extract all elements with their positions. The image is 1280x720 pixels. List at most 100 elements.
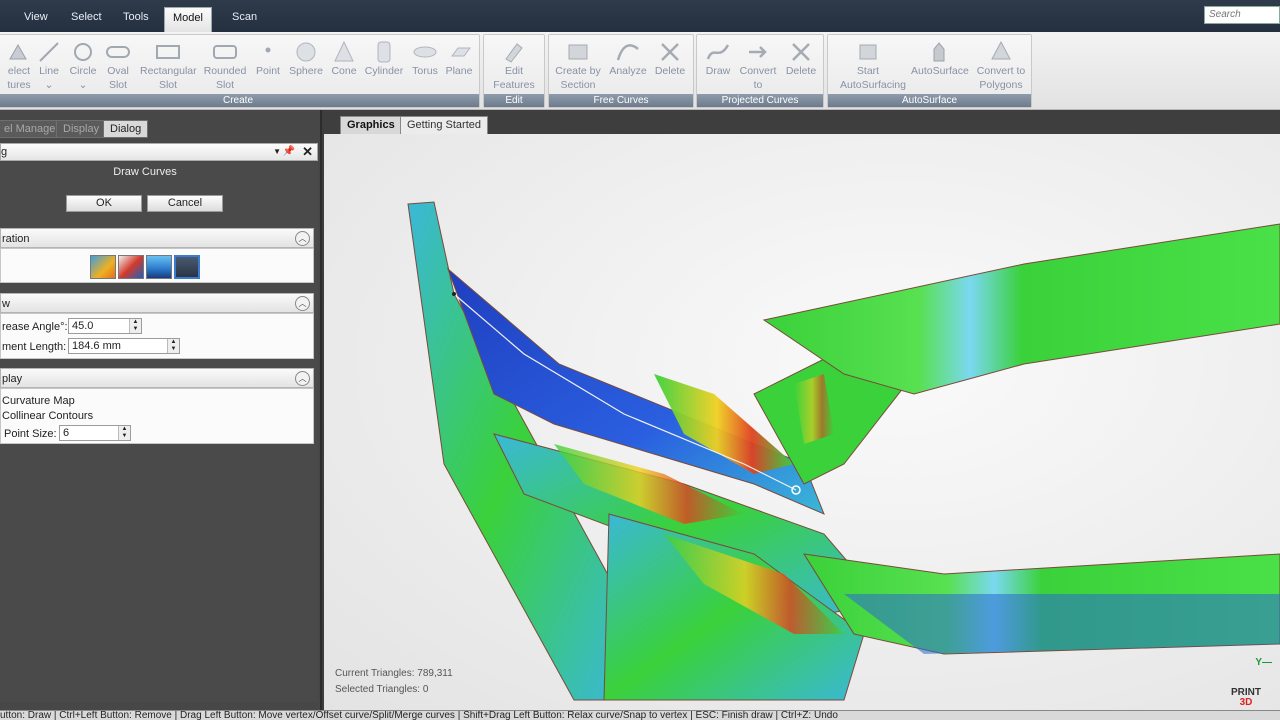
autosurface-button[interactable]: AutoSurface — [911, 37, 969, 93]
feature-draw-icon[interactable] — [118, 255, 144, 279]
ribbon-group-label-free-curves: Free Curves — [549, 94, 693, 107]
curvature-map-checkbox[interactable]: Curvature Map — [2, 395, 75, 407]
graphics-tabs: Graphics Getting Started — [324, 110, 1280, 134]
spinner-arrows-icon[interactable]: ▲ ▼ — [167, 339, 179, 353]
start-autosurfacing-button[interactable]: Start AutoSurfacing — [840, 37, 906, 93]
spinner-arrows-icon[interactable]: ▲ ▼ — [129, 319, 141, 333]
point-size-input[interactable]: 6 ▲ ▼ — [59, 425, 131, 441]
dialog-title: Draw Curves — [113, 166, 177, 178]
plane-button[interactable]: Plane — [431, 37, 487, 93]
dialog-header: g ▼ 📌 ✕ — [0, 143, 318, 161]
manual-draw-icon[interactable] — [174, 255, 200, 279]
create-by-section-icon — [568, 44, 588, 60]
section-view-title: w — [2, 298, 10, 310]
section-display-header[interactable]: play ︿ — [0, 368, 314, 388]
section-operation-title: ration — [2, 233, 30, 245]
spinner-arrows-icon[interactable]: ▲ ▼ — [118, 426, 130, 440]
point-size-value: 6 — [63, 427, 70, 439]
pin-icon[interactable]: 📌 — [283, 146, 295, 157]
oval-slot-button[interactable]: Oval Slot — [90, 37, 146, 93]
cancel-button[interactable]: Cancel — [147, 195, 223, 212]
menu-tab-tools[interactable]: Tools — [115, 7, 157, 27]
plane-label: Plane — [445, 65, 473, 77]
tab-dialog[interactable]: Dialog — [103, 120, 149, 138]
autosurface-label: AutoSurface — [911, 65, 969, 77]
delete-icon — [792, 43, 810, 61]
curvature-draw-icon[interactable] — [90, 255, 116, 279]
ribbon-group-create: elect tures Line ⌄ Circle ⌄ Oval Slot Re… — [0, 34, 480, 108]
collapse-icon[interactable]: ︿ — [295, 371, 310, 386]
create-by-section-button[interactable]: Create by Section — [550, 37, 606, 93]
create-by-section-label2: Section — [560, 79, 596, 91]
section-display-body: Curvature Map Collinear Contours Point S… — [0, 388, 314, 444]
rectangular-slot-label: Rectangular — [140, 65, 197, 77]
convert-icon — [749, 46, 767, 58]
projected-curves-delete-label: Delete — [785, 65, 817, 77]
edit-features-label2: Features — [493, 79, 535, 91]
collinear-contours-checkbox[interactable]: Collinear Contours — [2, 410, 93, 422]
status-bar: utton: Draw | Ctrl+Left Button: Remove |… — [0, 710, 1280, 720]
menu-tab-model[interactable]: Model — [164, 7, 212, 32]
menu-tab-view[interactable]: View — [16, 7, 56, 27]
plane-icon — [451, 47, 471, 57]
projected-curves-delete-button[interactable]: Delete — [773, 37, 829, 93]
tab-graphics[interactable]: Graphics — [340, 116, 402, 134]
analyze-curve-icon — [616, 44, 639, 61]
section-display-title: play — [2, 373, 23, 385]
collapse-icon[interactable]: ︿ — [295, 296, 310, 311]
current-triangles-readout: Current Triangles: 789,311 — [335, 668, 453, 679]
convert-to-polygons-label: Convert to — [976, 65, 1026, 77]
cylinder-icon — [377, 41, 391, 63]
draw-curve-icon — [706, 44, 730, 60]
menu-tab-scan[interactable]: Scan — [224, 7, 265, 27]
ribbon-toolbar: elect tures Line ⌄ Circle ⌄ Oval Slot Re… — [0, 32, 1280, 110]
ribbon-group-label-projected-curves: Projected Curves — [697, 94, 823, 107]
graphics-area: Graphics Getting Started Current Triangl… — [324, 110, 1280, 710]
dialog-header-title: g — [1, 146, 8, 158]
crease-angle-input[interactable]: 45.0 ▲ ▼ — [68, 318, 142, 334]
chevron-down-icon[interactable]: ▼ — [273, 147, 281, 156]
delete-icon — [661, 43, 679, 61]
menu-bar: View Select Tools Model Scan Search — [0, 0, 1280, 32]
start-autosurfacing-label2: AutoSurfacing — [840, 79, 906, 91]
search-input[interactable]: Search — [1204, 6, 1280, 24]
rounded-slot-icon — [213, 45, 237, 59]
rectangular-slot-icon — [156, 45, 180, 59]
section-operation-body — [0, 248, 314, 283]
section-view-body: rease Angle°: 45.0 ▲ ▼ ment Length: 184.6… — [0, 313, 314, 359]
oval-slot-icon — [106, 46, 130, 58]
crease-angle-value: 45.0 — [72, 320, 94, 332]
rectangular-slot-button[interactable]: Rectangular Slot — [140, 37, 197, 93]
menu-tab-select[interactable]: Select — [63, 7, 110, 27]
segment-length-input[interactable]: 184.6 mm ▲ ▼ — [68, 338, 180, 354]
edit-features-icon — [505, 43, 523, 63]
oval-slot-label2: Slot — [108, 79, 128, 91]
bike-frame-mesh — [407, 201, 1280, 701]
ok-button[interactable]: OK — [66, 195, 142, 212]
segment-length-label: ment Length: — [2, 341, 67, 353]
ribbon-group-free-curves: Create by Section Analyze Delete Free Cu… — [548, 34, 694, 108]
ribbon-group-projected-curves: Draw Convert to Delete Projected Curves — [696, 34, 824, 108]
oval-slot-label: Oval — [107, 65, 129, 77]
start-autosurfacing-icon — [859, 44, 877, 60]
left-panel: el Manager Display Dialog g ▼ 📌 ✕ Draw C… — [0, 110, 322, 710]
tab-display[interactable]: Display — [56, 120, 107, 138]
tab-getting-started[interactable]: Getting Started — [400, 116, 488, 134]
point-size-label: Point Size: — [4, 428, 57, 440]
section-operation-header[interactable]: ration ︿ — [0, 228, 314, 248]
convert-to-polygons-icon — [991, 41, 1011, 60]
close-icon[interactable]: ✕ — [302, 144, 313, 160]
axis-triad: Y— — [1255, 657, 1272, 668]
convert-to-polygons-button[interactable]: Convert to Polygons — [973, 37, 1029, 93]
collapse-icon[interactable]: ︿ — [295, 231, 310, 246]
3d-viewport[interactable]: Current Triangles: 789,311 Selected Tria… — [324, 134, 1280, 710]
edit-features-label: Edit — [504, 65, 524, 77]
edit-features-button[interactable]: Edit Features — [486, 37, 542, 93]
convert-to-polygons-label2: Polygons — [979, 79, 1023, 91]
section-view-header[interactable]: w ︿ — [0, 293, 314, 313]
ribbon-group-edit: Edit Features Edit — [483, 34, 545, 108]
dialog-body: Draw Curves OK Cancel ration ︿ w ︿ rease… — [0, 162, 318, 702]
axis-y-label: Y — [1255, 657, 1262, 668]
section-draw-icon[interactable] — [146, 255, 172, 279]
rectangular-slot-label2: Slot — [158, 79, 178, 91]
